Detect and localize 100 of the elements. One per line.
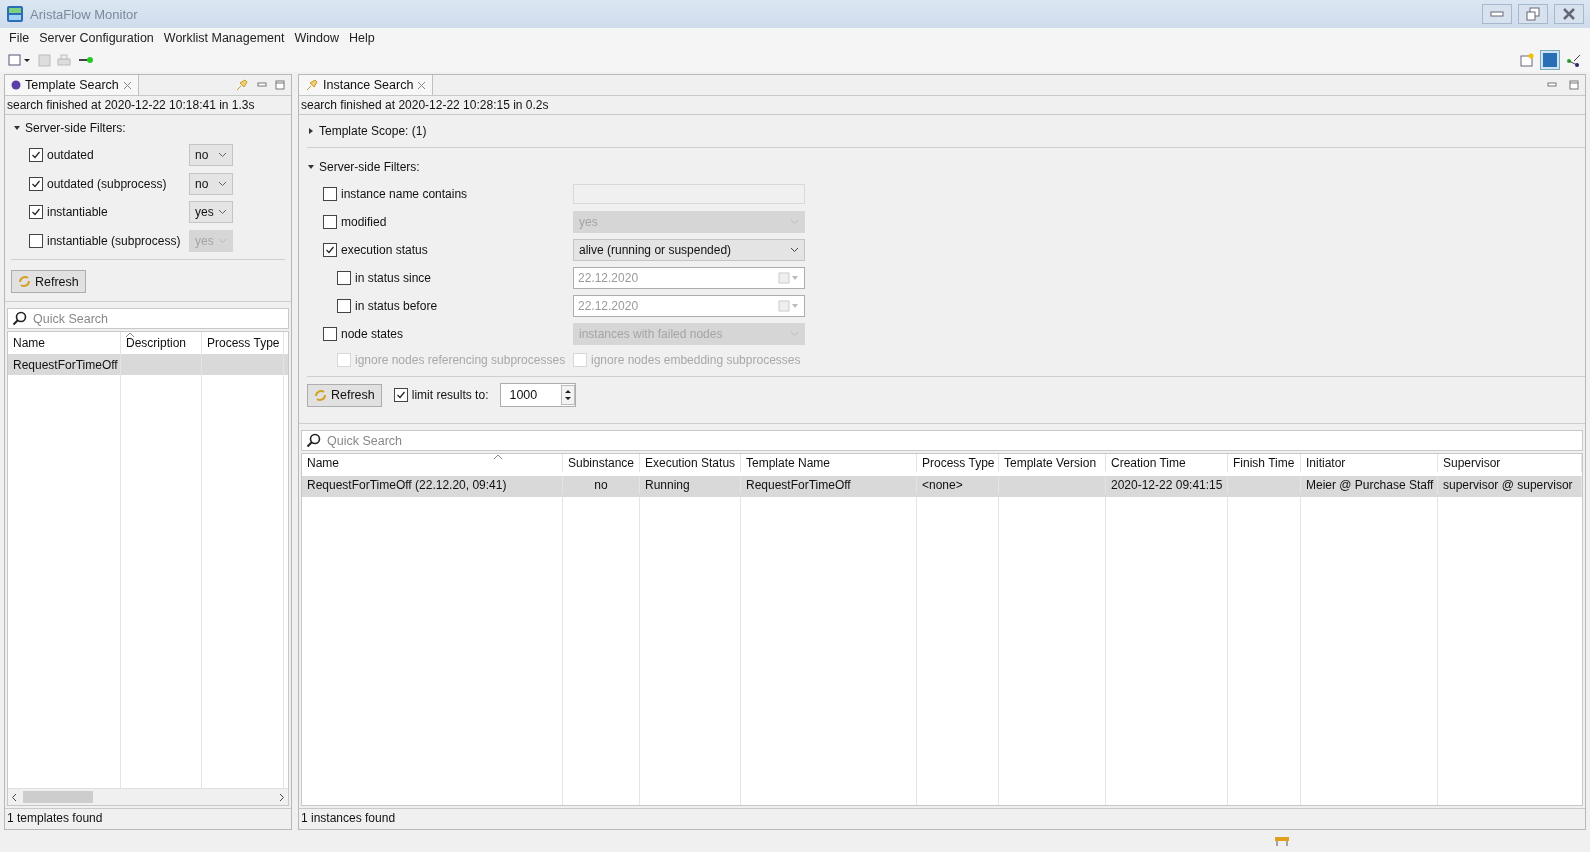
filter-label: instantiable <box>47 205 108 220</box>
table-cell: RequestForTimeOff (22.12.20, 09:41) <box>302 476 563 494</box>
result-count: 1 templates found <box>5 808 291 829</box>
filter-label: in status since <box>355 271 432 285</box>
dropdown[interactable]: yes <box>189 201 233 224</box>
sort-caret-icon <box>124 332 135 338</box>
filter-label: outdated (subprocess) <box>47 176 167 191</box>
chevron-down-icon <box>790 331 799 337</box>
column-header[interactable]: Process Type <box>917 454 999 472</box>
chevron-down-icon <box>218 237 227 244</box>
horizontal-scrollbar[interactable] <box>8 788 288 805</box>
pin-icon[interactable] <box>305 78 319 92</box>
scroll-left-icon[interactable] <box>11 792 17 802</box>
filter-label: instance name contains <box>341 187 468 201</box>
search-icon <box>306 433 321 448</box>
maximize-icon[interactable] <box>1569 80 1579 90</box>
column-header[interactable]: Subinstance <box>563 454 640 472</box>
minimize-button[interactable] <box>1482 4 1512 24</box>
open-perspective-icon[interactable] <box>1520 53 1534 67</box>
section-label: Server-side Filters: <box>319 160 420 174</box>
pin-icon[interactable] <box>235 78 249 92</box>
result-count: 1 instances found <box>299 808 1585 829</box>
close-icon[interactable] <box>122 80 132 90</box>
menu-item[interactable]: File <box>4 31 35 45</box>
table-cell: Meier @ Purchase Staff <box>1301 476 1438 494</box>
chevron-down-icon <box>218 209 227 216</box>
section-label: Server-side Filters: <box>25 121 126 135</box>
search-icon <box>12 311 27 326</box>
filter-label: execution status <box>341 243 428 257</box>
column-header[interactable]: Initiator <box>1301 454 1438 472</box>
monitor-perspective-icon[interactable] <box>1540 50 1560 70</box>
close-button[interactable] <box>1554 4 1584 24</box>
column-header[interactable]: Supervisor <box>1438 454 1582 472</box>
restore-icon <box>1526 7 1540 21</box>
collapsed-triangle-icon[interactable] <box>307 127 315 135</box>
app-logo-icon <box>6 5 24 23</box>
refresh-button[interactable]: Refresh <box>307 383 382 407</box>
scroll-right-icon[interactable] <box>279 792 285 802</box>
close-icon[interactable] <box>417 80 427 90</box>
table-cell: RequestForTimeOff <box>741 476 917 494</box>
table-row[interactable]: RequestForTimeOff <box>8 354 288 375</box>
maximize-icon[interactable] <box>275 80 285 90</box>
limit-label: limit results to: <box>411 388 489 402</box>
refresh-icon <box>18 275 31 288</box>
sort-caret-icon <box>492 454 503 460</box>
chevron-down-icon <box>218 152 227 159</box>
search-status: search finished at 2020-12-22 10:28:15 in 0.2s <box>299 96 1585 115</box>
table-cell: 2020-12-22 09:41:15 <box>1106 476 1228 494</box>
dropdown[interactable]: no <box>189 144 233 167</box>
minimize-icon[interactable] <box>1547 81 1557 89</box>
menu-item[interactable]: Server Configuration <box>34 31 159 45</box>
barrier-icon <box>1274 835 1290 847</box>
panel-tab[interactable]: Instance Search <box>299 75 434 95</box>
minimize-icon[interactable] <box>257 81 267 89</box>
spinner-arrows-icon[interactable] <box>561 385 576 405</box>
quick-search-field[interactable]: Quick Search <box>7 308 289 329</box>
window-title: AristaFlow Monitor <box>30 6 139 22</box>
column-header[interactable]: Creation Time <box>1106 454 1228 472</box>
limit-spinner[interactable]: 1000 <box>500 383 577 407</box>
menu-item[interactable]: Window <box>289 31 344 45</box>
panel-tab[interactable]: Template Search <box>5 75 139 95</box>
new-dropdown-icon[interactable] <box>8 53 32 67</box>
menu-item[interactable]: Worklist Management <box>158 31 290 45</box>
chevron-down-icon <box>218 180 227 187</box>
minimize-icon <box>1490 11 1504 17</box>
filter-label: outdated <box>47 148 94 163</box>
column-header[interactable]: Template Version <box>999 454 1106 472</box>
table-cell: Running <box>640 476 741 494</box>
refresh-icon <box>314 388 327 402</box>
chevron-down-icon <box>790 247 799 253</box>
column-header[interactable]: Name <box>302 454 563 472</box>
table-row[interactable]: RequestForTimeOff (22.12.20, 09:41) no Running RequestForTimeOff <none> 2020-12-22 09:41:15 Meier @ Purchase Staff supervisor @ supervisor <box>302 476 1582 497</box>
table-cell: supervisor @ supervisor <box>1438 476 1582 494</box>
column-header[interactable]: Execution Status <box>640 454 741 472</box>
dropdown[interactable]: alive (running or suspended) <box>573 239 805 261</box>
checkbox[interactable] <box>393 388 408 402</box>
filter-label: instantiable (subprocess) <box>47 233 181 248</box>
checkbox[interactable] <box>29 148 43 163</box>
filter-label: modified <box>341 215 387 229</box>
restore-button[interactable] <box>1518 4 1548 24</box>
checkbox[interactable] <box>29 176 43 191</box>
quick-search-field[interactable]: Quick Search <box>301 430 1583 451</box>
table-cell: RequestForTimeOff <box>8 354 121 375</box>
expanded-triangle-icon[interactable] <box>307 163 315 171</box>
search-status: search finished at 2020-12-22 10:18:41 in 1.3s <box>5 96 291 115</box>
graph-edit-icon[interactable] <box>1566 53 1582 67</box>
column-header[interactable]: Finish Time <box>1228 454 1301 472</box>
chevron-down-icon <box>790 219 799 225</box>
close-icon <box>1562 8 1576 20</box>
refresh-button[interactable]: Refresh <box>11 270 86 293</box>
table-cell: no <box>563 476 640 494</box>
option-label: ignore nodes referencing subprocesses <box>355 353 566 367</box>
dropdown[interactable]: no <box>189 172 233 195</box>
checkbox[interactable] <box>29 205 43 220</box>
expanded-triangle-icon[interactable] <box>13 124 21 132</box>
menu-item[interactable]: Help <box>343 31 380 45</box>
checkbox[interactable] <box>323 243 337 257</box>
sphere-icon <box>11 80 21 90</box>
filter-label: in status before <box>355 299 438 313</box>
column-header[interactable]: Template Name <box>741 454 917 472</box>
